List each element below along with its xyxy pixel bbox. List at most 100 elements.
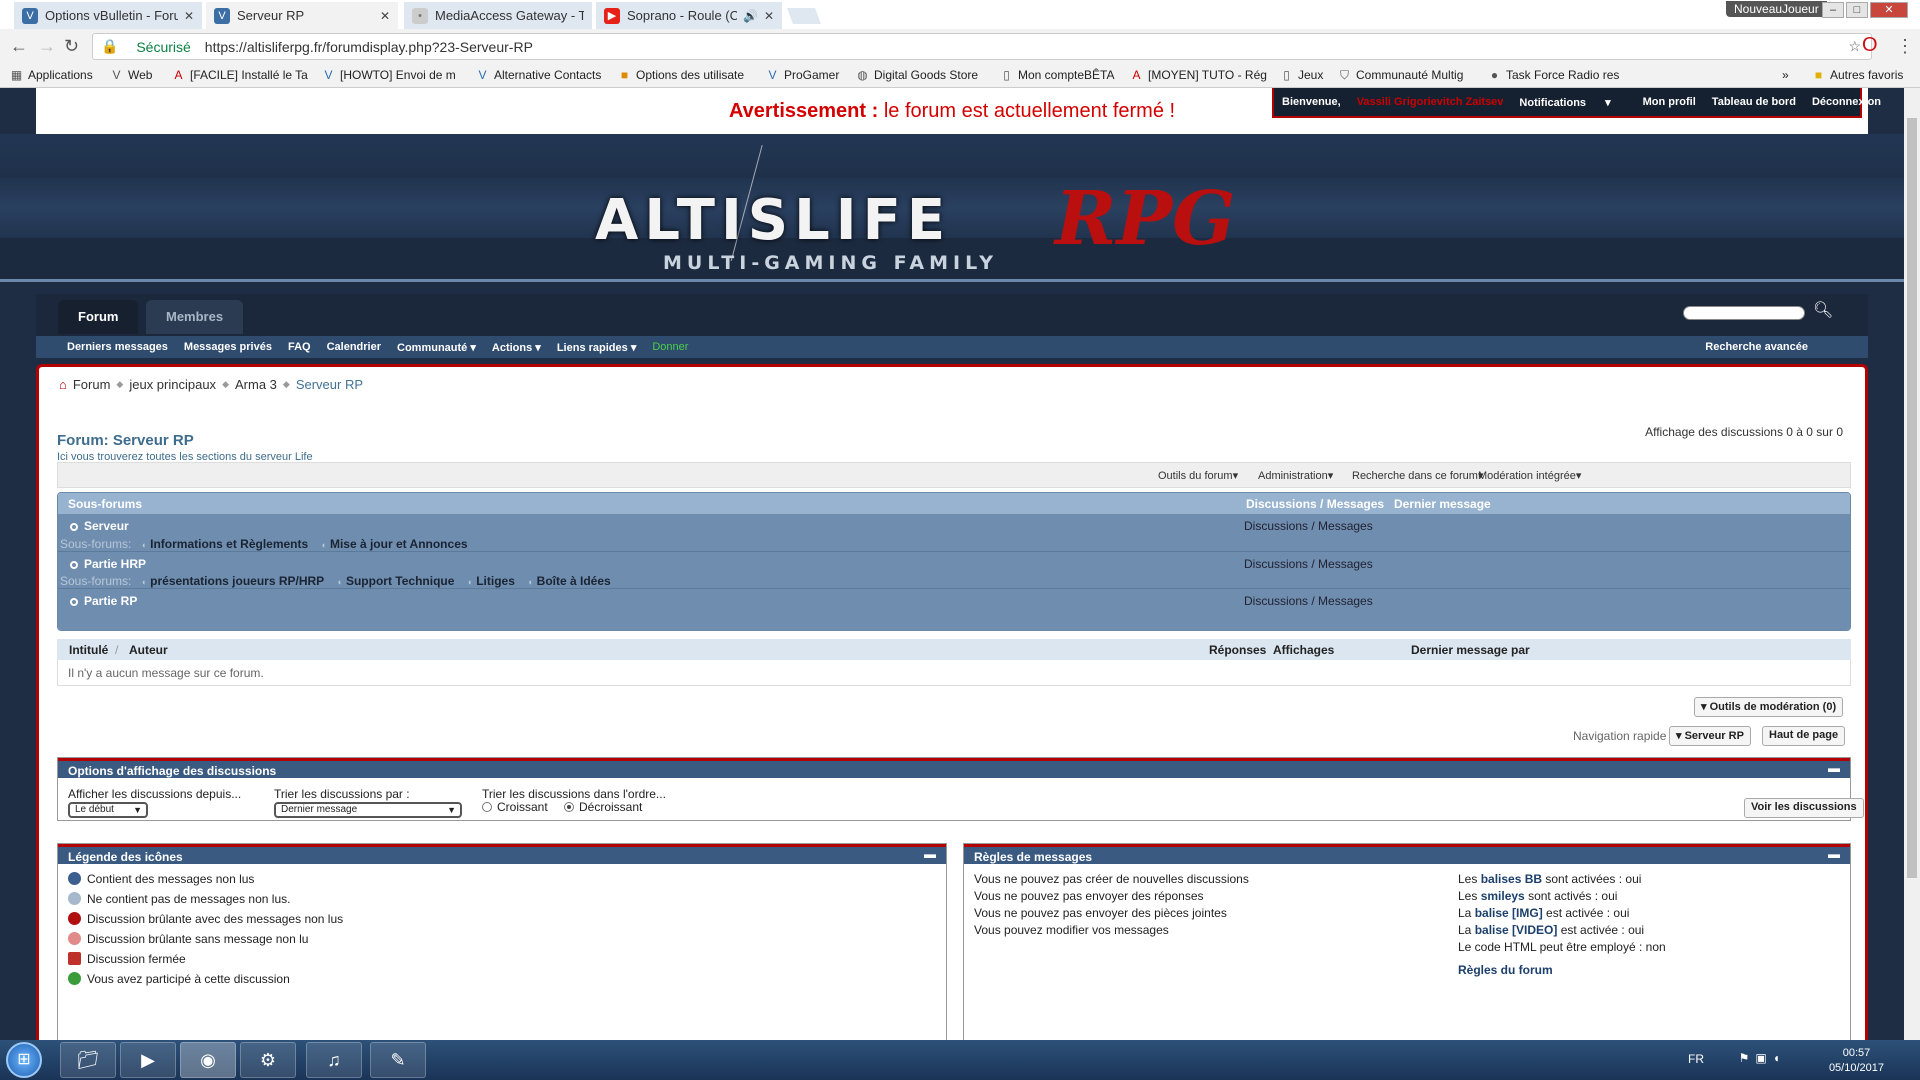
sort-by-title[interactable]: Intitulé	[69, 643, 108, 657]
order-desc-radio[interactable]: Décroissant	[564, 800, 642, 814]
nav-tab-forum[interactable]: Forum	[58, 300, 139, 334]
breadcrumb-forum[interactable]: Forum	[73, 377, 111, 392]
subforum-link-presentations[interactable]: présentations joueurs RP/HRP	[141, 574, 324, 588]
bookmark-howto[interactable]: V [HOWTO] Envoi de m	[322, 68, 455, 82]
minimize-button[interactable]: –	[1822, 2, 1844, 18]
browser-tab-serveur-rp[interactable]: V Serveur RP ✕	[206, 2, 398, 29]
breadcrumb-jeux-principaux[interactable]: jeux principaux	[129, 377, 216, 392]
subnav-messages-prives[interactable]: Messages privés	[176, 341, 280, 353]
site-logo[interactable]: ALTISLIFE RPG MULTI-GAMING FAMILY	[595, 144, 1265, 282]
search-input[interactable]	[1683, 306, 1805, 320]
sort-select[interactable]: Dernier message ▼	[274, 802, 462, 818]
sort-by-views[interactable]: Affichages	[1273, 643, 1334, 657]
bookmark-moyen-tuto[interactable]: A [MOYEN] TUTO - Rég	[1130, 68, 1266, 82]
subnav-donner[interactable]: Donner	[644, 341, 696, 353]
chrome-icon[interactable]: ◉	[180, 1042, 236, 1078]
start-button[interactable]: ⊞	[6, 1042, 42, 1078]
bookmark-jeux[interactable]: ▯ Jeux	[1280, 68, 1323, 82]
subforum-link-support-technique[interactable]: Support Technique	[337, 574, 455, 588]
subnav-actions[interactable]: Actions ▾	[484, 341, 549, 354]
order-asc-radio[interactable]: Croissant	[482, 800, 548, 814]
more-bookmarks-button[interactable]: »	[1782, 68, 1789, 82]
close-icon[interactable]: ✕	[380, 9, 390, 23]
subnav-liens-rapides[interactable]: Liens rapides ▾	[549, 341, 645, 354]
collapse-icon[interactable]: ▬	[1828, 847, 1840, 861]
clock[interactable]: 00:57 05/10/2017	[1829, 1046, 1884, 1076]
quick-nav-select[interactable]: ▾ Serveur RP	[1669, 726, 1751, 746]
subforum-link-partie-rp[interactable]: Partie RP	[70, 594, 137, 608]
profile-badge[interactable]: NouveauJoueur	[1726, 1, 1827, 17]
steam-icon[interactable]: ⚙	[240, 1042, 296, 1078]
sort-by-replies[interactable]: Réponses	[1209, 643, 1266, 657]
explorer-icon[interactable]: 📁︎	[60, 1042, 116, 1078]
forum-tools-menu[interactable]: Outils du forum▾	[1158, 469, 1238, 482]
bookmark-alternative-contacts[interactable]: V Alternative Contacts	[476, 68, 601, 82]
maximize-button[interactable]: □	[1846, 2, 1868, 18]
bookmark-options-utilisateur[interactable]: ■ Options des utilisate	[618, 68, 744, 82]
moderation-tools-button[interactable]: ▾ Outils de modération (0)	[1694, 697, 1844, 717]
paint-icon[interactable]: ✎	[370, 1042, 426, 1078]
browser-tab-mediaaccess[interactable]: • MediaAccess Gateway - T	[404, 2, 592, 29]
video-code-link[interactable]: balise [VIDEO]	[1475, 923, 1558, 937]
address-bar[interactable]: 🔒 Sécurisé https://altisliferpg.fr/forum…	[92, 33, 1872, 60]
url-text[interactable]: https://altisliferpg.fr/forumdisplay.php…	[205, 39, 533, 55]
subforum-link-informations[interactable]: Informations et Règlements	[141, 537, 308, 551]
tray-icons[interactable]: ⚑▣◖	[1739, 1051, 1786, 1065]
bookmark-task-force-radio[interactable]: ● Task Force Radio res	[1488, 68, 1620, 82]
collapse-icon[interactable]: ▬	[924, 847, 936, 861]
bookmark-web[interactable]: V Web	[110, 68, 152, 82]
close-icon[interactable]: ✕	[184, 9, 194, 23]
new-tab-button[interactable]	[787, 8, 821, 24]
itunes-icon[interactable]: ♫	[306, 1042, 362, 1078]
nav-tab-membres[interactable]: Membres	[146, 300, 244, 334]
page-scrollbar[interactable]	[1904, 88, 1920, 1040]
show-threads-button[interactable]: Voir les discussions	[1744, 798, 1864, 818]
reload-icon[interactable]: ↻	[64, 36, 79, 57]
close-icon[interactable]: ✕	[764, 9, 774, 23]
img-code-link[interactable]: balise [IMG]	[1475, 906, 1543, 920]
forum-rules-link[interactable]: Règles du forum	[1458, 963, 1553, 977]
subnav-calendrier[interactable]: Calendrier	[319, 341, 389, 353]
bookmark-communaute[interactable]: ⛉ Communauté Multig	[1338, 68, 1463, 83]
bookmark-facile[interactable]: A [FACILE] Installé le Ta	[172, 68, 307, 82]
forward-icon[interactable]: →	[38, 36, 56, 57]
top-of-page-button[interactable]: Haut de page	[1762, 726, 1846, 746]
subnav-communaute[interactable]: Communauté ▾	[389, 341, 484, 354]
bookmark-applications[interactable]: ▦ Applications	[10, 68, 93, 82]
subforum-link-litiges[interactable]: Litiges	[467, 574, 515, 588]
browser-tab-options-vbulletin[interactable]: V Options vBulletin - Forun ✕	[14, 2, 202, 29]
notifications-menu[interactable]: Notifications ▾	[1519, 96, 1626, 109]
subforum-link-serveur[interactable]: Serveur	[70, 519, 129, 533]
search-forum-menu[interactable]: Recherche dans ce forum▾	[1352, 469, 1483, 482]
language-indicator[interactable]: FR	[1688, 1052, 1704, 1066]
subforum-link-partie-hrp[interactable]: Partie HRP	[70, 557, 146, 571]
opera-icon[interactable]: O	[1862, 34, 1878, 57]
sort-by-author[interactable]: Auteur	[129, 643, 168, 657]
star-icon[interactable]: ☆	[1848, 38, 1861, 55]
bookmark-progamer[interactable]: V ProGamer	[766, 68, 839, 82]
inline-moderation-menu[interactable]: Modération intégrée▾	[1478, 469, 1581, 482]
menu-icon[interactable]: ⋮	[1896, 36, 1914, 57]
home-icon[interactable]: ⌂	[59, 377, 67, 392]
sort-by-last-post[interactable]: Dernier message par	[1411, 643, 1530, 657]
profile-link[interactable]: Mon profil	[1643, 96, 1696, 108]
bbcode-link[interactable]: balises BB	[1481, 872, 1542, 886]
subnav-derniers-messages[interactable]: Derniers messages	[36, 341, 176, 353]
window-close-button[interactable]: ✕	[1870, 2, 1908, 18]
username-link[interactable]: Vassili Grigorievitch Zaitsev	[1357, 96, 1504, 108]
scrollbar-thumb[interactable]	[1907, 118, 1917, 878]
smilies-link[interactable]: smileys	[1481, 889, 1525, 903]
browser-tab-soprano[interactable]: ▶ Soprano - Roule (Clip 🔊 ✕	[596, 2, 782, 29]
bookmark-autres-favoris[interactable]: ■ Autres favoris	[1812, 68, 1903, 82]
subnav-faq[interactable]: FAQ	[280, 341, 319, 353]
subforum-link-boite-a-idees[interactable]: Boîte à Idées	[527, 574, 610, 588]
dashboard-link[interactable]: Tableau de bord	[1712, 96, 1796, 108]
back-icon[interactable]: ←	[10, 36, 28, 57]
logout-link[interactable]: Déconnexion	[1812, 96, 1881, 108]
bookmark-mon-compte[interactable]: ▯ Mon compteBÊTA	[1000, 68, 1114, 82]
administration-menu[interactable]: Administration▾	[1258, 469, 1333, 482]
subforum-link-mise-a-jour[interactable]: Mise à jour et Annonces	[321, 537, 468, 551]
media-player-icon[interactable]: ▶	[120, 1042, 176, 1078]
speaker-icon[interactable]: 🔊	[743, 9, 758, 23]
collapse-icon[interactable]: ▬	[1828, 761, 1840, 775]
